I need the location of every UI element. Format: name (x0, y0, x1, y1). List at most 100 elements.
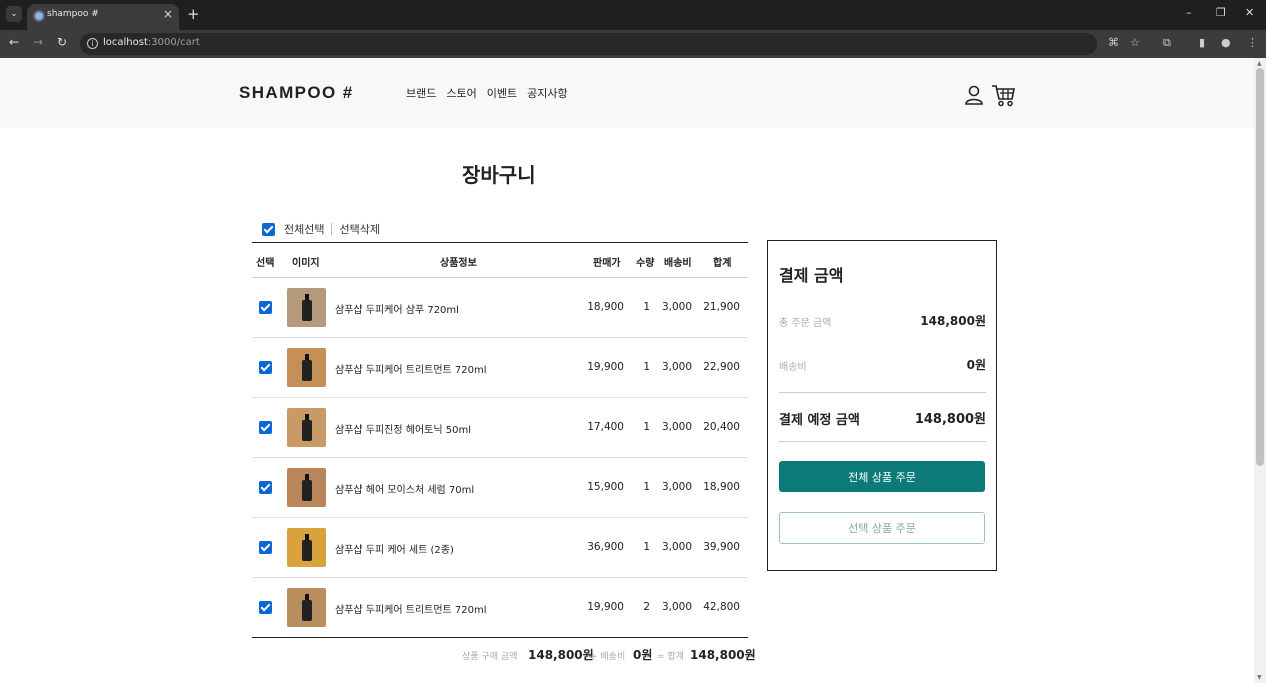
product-bottle-image (302, 354, 312, 381)
expected-total-value: 148,800원 (914, 412, 986, 427)
user-icon[interactable] (964, 85, 984, 105)
restore-icon[interactable]: ❐ (1216, 6, 1226, 19)
product-name[interactable]: 샴푸샵 두피 케어 세트 (2종) (335, 541, 454, 556)
product-thumbnail[interactable] (287, 288, 326, 327)
product-thumbnail[interactable] (287, 468, 326, 507)
extensions-icon[interactable]: ⧉ (1163, 36, 1171, 50)
expected-total-label: 결제 예정 금액 (779, 413, 860, 428)
item-checkbox[interactable] (259, 541, 272, 554)
site-logo[interactable]: SHAMPOO # (239, 83, 354, 103)
cart-table: 선택 이미지 상품정보 판매가 수량 배송비 합계 샴푸샵 두피케어 샴푸 72… (252, 242, 748, 638)
product-thumbnail[interactable] (287, 588, 326, 627)
order-selected-button[interactable]: 선택 상품 주문 (779, 512, 985, 544)
side-panel-icon[interactable]: ▮ (1199, 36, 1205, 49)
product-total: 21,900 (703, 301, 740, 313)
delete-selected-button[interactable]: 선택삭제 (339, 221, 379, 237)
table-row: 샴푸샵 두피진정 헤어토닉 50ml 17,400 1 3,000 20,400 (252, 398, 748, 458)
nav-brand[interactable]: 브랜드 (406, 85, 436, 101)
translate-icon[interactable]: ⌘ (1108, 36, 1119, 49)
product-thumbnail[interactable] (287, 408, 326, 447)
total-value: 148,800원 (690, 648, 756, 662)
close-window-icon[interactable]: ✕ (1245, 6, 1254, 19)
product-total: 20,400 (703, 421, 740, 433)
divider (779, 392, 986, 393)
total-label: = 합계 (657, 652, 684, 662)
product-shipping: 3,000 (661, 541, 692, 553)
nav-event[interactable]: 이벤트 (487, 85, 517, 101)
product-qty: 1 (643, 421, 650, 433)
product-price: 36,900 (587, 541, 624, 553)
item-checkbox[interactable] (259, 601, 272, 614)
browser-tab[interactable]: shampoo # × (27, 4, 179, 30)
product-name[interactable]: 샴푸샵 두피진정 헤어토닉 50ml (335, 421, 471, 436)
back-icon[interactable]: ← (9, 35, 19, 49)
cart-page: SHAMPOO # 브랜드 스토어 이벤트 공지사항 장바구니 전체선택 선택삭… (0, 58, 1254, 683)
profile-avatar-icon[interactable]: ● (1221, 36, 1231, 49)
site-header: SHAMPOO # 브랜드 스토어 이벤트 공지사항 (0, 58, 1254, 128)
table-row: 샴푸샵 두피케어 트리트먼트 720ml 19,900 2 3,000 42,800 (252, 578, 748, 638)
product-bottle-image (302, 534, 312, 561)
forward-icon[interactable]: → (33, 35, 43, 49)
favicon-icon (33, 10, 45, 22)
shipping-label: + 배송비 (590, 652, 626, 662)
browser-toolbar: ← → ↻ i localhost:3000/cart ⌘ ☆ ⧉ ▮ ● ⋮ (0, 30, 1266, 58)
scroll-up-icon[interactable]: ▲ (1257, 60, 1262, 67)
address-bar[interactable]: i localhost:3000/cart (80, 33, 1097, 55)
th-info: 상품정보 (440, 258, 477, 269)
product-price: 19,900 (587, 361, 624, 373)
product-price: 15,900 (587, 481, 624, 493)
product-name[interactable]: 샴푸샵 두피케어 트리트먼트 720ml (335, 601, 487, 616)
th-shipping: 배송비 (664, 258, 692, 269)
purchase-value: 148,800원 (528, 648, 594, 662)
product-shipping: 3,000 (661, 361, 692, 373)
order-summary-line: 상품 구매 금액 148,800원 + 배송비 0원 = 합계 148,800원 (252, 646, 756, 664)
product-bottle-image (302, 414, 312, 441)
order-all-button[interactable]: 전체 상품 주문 (779, 461, 985, 492)
bookmark-star-icon[interactable]: ☆ (1130, 36, 1140, 49)
main-nav: 브랜드 스토어 이벤트 공지사항 (406, 85, 568, 101)
th-qty: 수량 (636, 258, 655, 269)
payment-title: 결제 금액 (779, 266, 844, 285)
product-qty: 1 (643, 361, 650, 373)
reload-icon[interactable]: ↻ (57, 35, 67, 49)
table-row: 샴푸샵 헤어 모이스처 세럼 70ml 15,900 1 3,000 18,900 (252, 458, 748, 518)
product-bottle-image (302, 294, 312, 321)
page-scrollbar[interactable]: ▲ ▼ (1254, 58, 1266, 683)
order-total-label: 총 주문 금액 (779, 318, 832, 329)
scrollbar-thumb[interactable] (1256, 68, 1264, 466)
table-row: 샴푸샵 두피케어 트리트먼트 720ml 19,900 1 3,000 22,900 (252, 338, 748, 398)
page-title: 장바구니 (462, 163, 536, 187)
product-thumbnail[interactable] (287, 528, 326, 567)
cart-icon[interactable] (991, 84, 1016, 107)
divider (331, 223, 333, 235)
tab-search-icon[interactable]: ⌄ (6, 6, 22, 22)
item-checkbox[interactable] (259, 421, 272, 434)
item-checkbox[interactable] (259, 301, 272, 314)
purchase-label: 상품 구매 금액 (462, 652, 518, 662)
product-qty: 1 (643, 301, 650, 313)
order-total-value: 148,800원 (920, 314, 986, 328)
product-total: 39,900 (703, 541, 740, 553)
select-all-label[interactable]: 전체선택 (284, 221, 324, 237)
tab-title: shampoo # (47, 9, 99, 19)
product-name[interactable]: 샴푸샵 헤어 모이스처 세럼 70ml (335, 481, 474, 496)
product-bottle-image (302, 474, 312, 501)
nav-notice[interactable]: 공지사항 (527, 85, 567, 101)
site-info-icon[interactable]: i (87, 38, 98, 49)
payment-shipping-value: 0원 (966, 358, 986, 372)
item-checkbox[interactable] (259, 361, 272, 374)
product-qty: 2 (643, 601, 650, 613)
product-thumbnail[interactable] (287, 348, 326, 387)
product-name[interactable]: 샴푸샵 두피케어 샴푸 720ml (335, 301, 459, 316)
nav-store[interactable]: 스토어 (446, 85, 476, 101)
select-all-checkbox[interactable] (262, 222, 275, 236)
product-total: 42,800 (703, 601, 740, 613)
product-total: 22,900 (703, 361, 740, 373)
minimize-icon[interactable]: – (1186, 6, 1192, 19)
product-name[interactable]: 샴푸샵 두피케어 트리트먼트 720ml (335, 361, 487, 376)
new-tab-icon[interactable]: + (187, 5, 200, 23)
menu-kebab-icon[interactable]: ⋮ (1247, 36, 1258, 49)
scroll-down-icon[interactable]: ▼ (1257, 674, 1262, 681)
item-checkbox[interactable] (259, 481, 272, 494)
close-tab-icon[interactable]: × (163, 7, 173, 21)
